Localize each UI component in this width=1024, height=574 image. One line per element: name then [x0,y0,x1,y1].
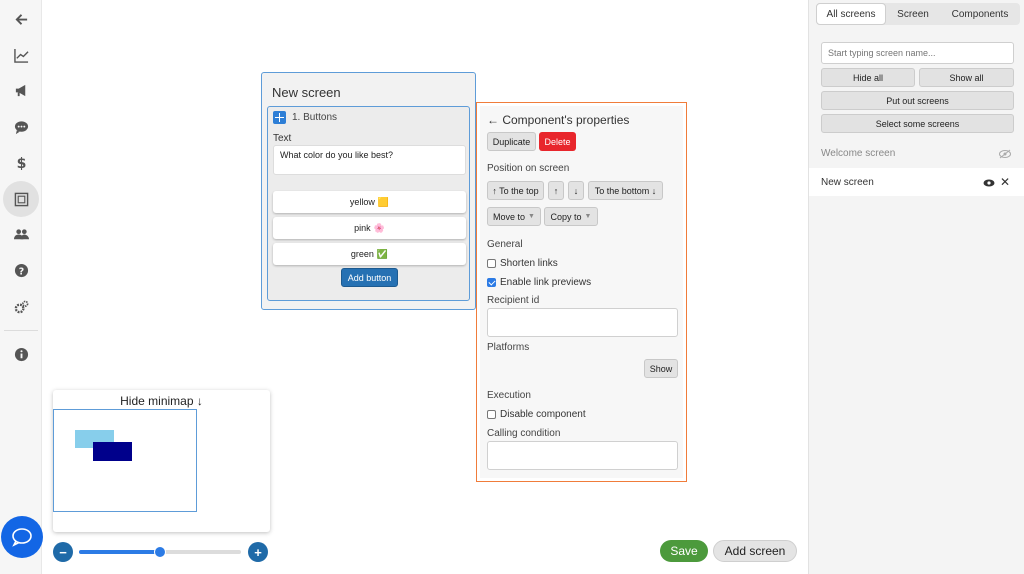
save-button[interactable]: Save [660,540,708,562]
zoom-out-button[interactable]: − [53,542,73,562]
support-chat-button[interactable] [1,516,43,558]
screen-list-item-welcome[interactable]: Welcome screen [809,139,1024,167]
left-nav-rail: $ ? [0,0,42,574]
speech-bubble-icon [12,528,32,547]
users-icon[interactable] [3,216,39,252]
component-properties-panel: ← Component's properties Duplicate Delet… [476,102,687,482]
hide-minimap-toggle[interactable]: Hide minimap ↓ [53,394,270,408]
calling-condition-input[interactable] [487,441,678,470]
recipient-label: Recipient id [487,295,540,306]
buttons-component[interactable]: 1. Buttons Text What color do you like b… [267,106,470,301]
zoom-slider-fill [79,550,160,554]
flower-icon: 🌸 [373,222,385,233]
recipient-id-input[interactable] [487,308,678,337]
yellow-square-icon: 🟨 [377,196,390,207]
screen-search-input[interactable] [821,42,1014,64]
reply-button-green[interactable]: green ✅ [273,243,466,265]
reply-button-label: pink [354,223,371,233]
component-title: 1. Buttons [292,112,338,123]
move-to-top-button[interactable]: ↑ To the top [487,181,544,200]
svg-text:$: $ [16,156,26,170]
screen-list-item-new[interactable]: New screen ✕ [809,168,1024,196]
add-screen-button[interactable]: Add screen [713,540,797,562]
zoom-slider[interactable] [79,546,241,558]
platforms-label: Platforms [487,342,530,353]
back-arrow-icon[interactable] [3,1,39,37]
show-platforms-button[interactable]: Show [644,359,678,378]
general-heading: General [487,239,523,250]
minimap-viewport[interactable] [53,409,197,512]
tab-all-screens[interactable]: All screens [816,3,886,25]
screen-name: New screen [821,176,874,188]
add-button-button[interactable]: Add button [341,268,398,287]
move-to-dropdown[interactable]: Move to ▼ [487,207,541,226]
caret-down-icon: ▼ [584,213,592,220]
dollar-icon[interactable]: $ [3,144,39,180]
duplicate-button[interactable]: Duplicate [487,132,536,151]
execution-heading: Execution [487,390,531,401]
checkbox-box[interactable] [487,410,496,419]
chart-icon[interactable] [3,37,39,73]
move-to-label: Move to [493,211,526,222]
copy-to-label: Copy to [550,211,582,222]
component-header: 1. Buttons [273,111,337,124]
sidebar-tabs: All screens Screen Components [816,3,1020,25]
help-icon[interactable]: ? [3,252,39,288]
shorten-links-label: Shorten links [500,258,558,269]
move-to-bottom-button[interactable]: To the bottom ↓ [588,181,663,200]
calling-condition-label: Calling condition [487,428,561,439]
zoom-in-button[interactable]: + [248,542,268,562]
put-out-screens-button[interactable]: Put out screens [821,91,1014,110]
screen-title: New screen [272,85,341,100]
link-previews-checkbox[interactable]: Enable link previews [487,277,591,288]
svg-text:?: ? [18,266,23,277]
disable-component-label: Disable component [500,409,586,420]
zoom-slider-thumb[interactable] [154,546,166,558]
checkbox-box-checked[interactable] [487,278,496,287]
screens-sidebar: All screens Screen Components Hide all S… [808,0,1024,574]
move-up-button[interactable]: ↑ [548,181,564,200]
megaphone-icon[interactable] [3,72,39,108]
rail-divider [4,330,38,331]
properties-title-text: Component's properties [502,113,630,127]
text-label: Text [273,133,292,144]
settings-icon[interactable] [3,289,39,325]
link-previews-label: Enable link previews [500,277,592,288]
eye-icon[interactable] [983,178,995,188]
checkmark-icon: ✅ [376,248,389,259]
minimap-block-component [93,442,132,461]
show-all-button[interactable]: Show all [919,68,1014,87]
properties-title: ← Component's properties [487,113,629,127]
disable-component-checkbox[interactable]: Disable component [487,409,586,420]
info-icon[interactable] [3,336,39,372]
eye-hidden-icon[interactable] [999,149,1011,159]
select-some-screens-button[interactable]: Select some screens [821,114,1014,133]
screen-card[interactable]: New screen 1. Buttons Text What color do… [261,72,476,310]
reply-button-pink[interactable]: pink 🌸 [273,217,466,239]
screen-name: Welcome screen [821,147,896,159]
screens-icon[interactable] [3,181,39,217]
position-heading: Position on screen [487,163,570,174]
tab-screen[interactable]: Screen [886,3,940,25]
reply-button-label: yellow [349,197,375,207]
hide-all-button[interactable]: Hide all [821,68,915,87]
message-text-field[interactable]: What color do you like best? [273,145,466,175]
reply-button-label: green [350,249,374,259]
shorten-links-checkbox[interactable]: Shorten links [487,258,558,269]
reply-button-yellow[interactable]: yellow 🟨 [273,191,466,213]
close-icon[interactable]: ✕ [1000,175,1010,189]
checkbox-box[interactable] [487,259,496,268]
minimap[interactable]: Hide minimap ↓ [53,390,270,532]
chat-bubble-icon[interactable] [3,109,39,145]
caret-down-icon: ▼ [528,213,535,220]
tab-components[interactable]: Components [940,3,1020,25]
back-arrow-icon[interactable]: ← [487,113,499,127]
delete-button[interactable]: Delete [539,132,576,151]
table-grid-icon [273,111,286,124]
copy-to-dropdown[interactable]: Copy to ▼ [544,207,598,226]
move-down-button[interactable]: ↓ [568,181,584,200]
